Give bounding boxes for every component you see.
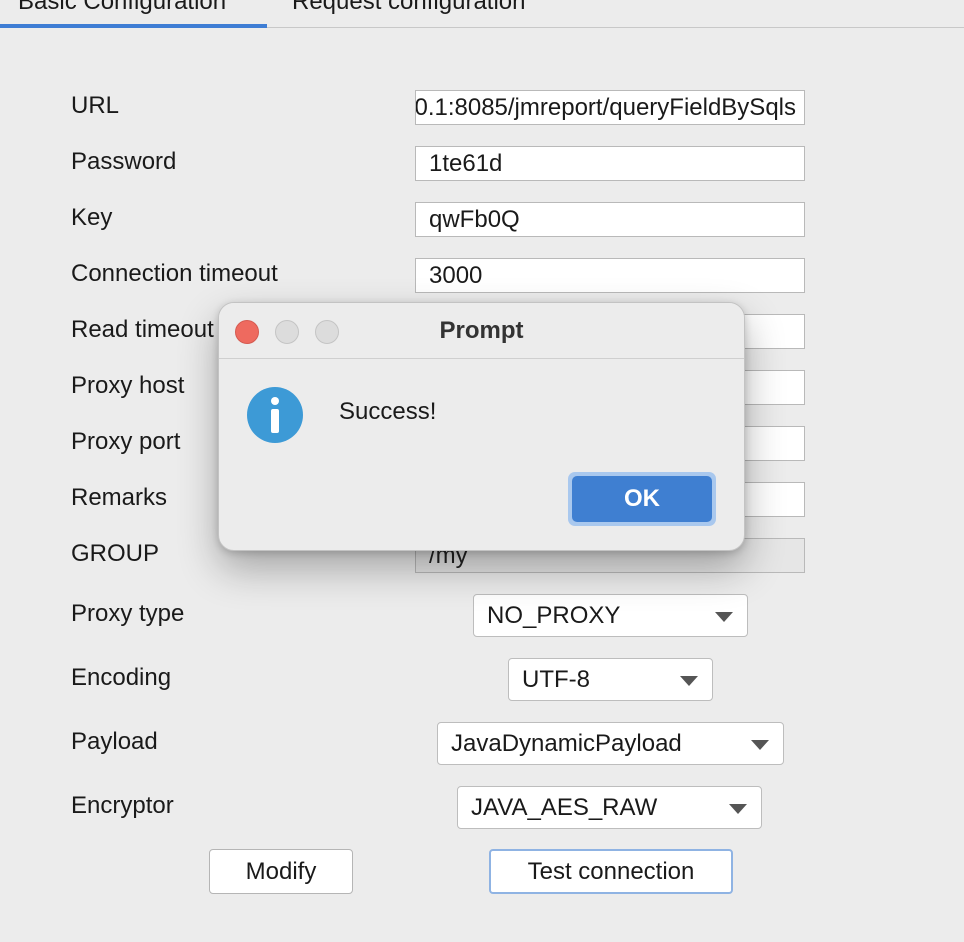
dialog-message: Success! [339,398,437,425]
chevron-down-icon [729,804,747,814]
key-field[interactable]: qwFb0Q [415,202,805,237]
chevron-down-icon [715,612,733,622]
maximize-window-icon [315,320,339,344]
password-label: Password [71,148,177,175]
proxy-type-select[interactable]: NO_PROXY [473,594,748,637]
encoding-value: UTF-8 [522,666,590,693]
encryptor-value: JAVA_AES_RAW [471,794,658,821]
test-connection-button[interactable]: Test connection [489,849,733,894]
prompt-dialog: Prompt Success! OK [218,302,745,551]
group-label: GROUP [71,540,160,567]
active-tab-indicator [0,24,267,28]
key-label: Key [71,204,113,231]
proxy-port-label: Proxy port [71,428,181,455]
encoding-select[interactable]: UTF-8 [508,658,713,701]
remarks-label: Remarks [71,484,168,511]
encoding-label: Encoding [71,664,172,691]
close-window-icon[interactable] [235,320,259,344]
ok-button-focus-ring: OK [568,472,716,526]
payload-value: JavaDynamicPayload [451,730,682,757]
connection-timeout-label: Connection timeout [71,260,278,287]
payload-select[interactable]: JavaDynamicPayload [437,722,784,765]
payload-label: Payload [71,728,158,755]
tab-request-configuration[interactable]: Request configuration [292,0,525,16]
chevron-down-icon [751,740,769,750]
info-icon [247,387,303,443]
encryptor-select[interactable]: JAVA_AES_RAW [457,786,762,829]
read-timeout-label: Read timeout [71,316,214,343]
proxy-type-label: Proxy type [71,600,185,627]
proxy-host-label: Proxy host [71,372,185,399]
url-field[interactable]: http://127.0.0.1:8085/jmreport/queryFiel… [415,90,805,125]
dialog-titlebar: Prompt [219,303,744,359]
url-label: URL [71,92,120,119]
modify-button[interactable]: Modify [209,849,353,894]
chevron-down-icon [680,676,698,686]
minimize-window-icon [275,320,299,344]
tab-basic-configuration[interactable]: Basic Configuration [18,0,226,16]
connection-timeout-field[interactable]: 3000 [415,258,805,293]
proxy-type-value: NO_PROXY [487,602,621,629]
tab-bar: Basic Configuration Request configuratio… [0,0,964,30]
ok-button[interactable]: OK [572,476,712,522]
encryptor-label: Encryptor [71,792,174,819]
tab-divider [267,27,964,28]
password-field[interactable]: 1te61d [415,146,805,181]
